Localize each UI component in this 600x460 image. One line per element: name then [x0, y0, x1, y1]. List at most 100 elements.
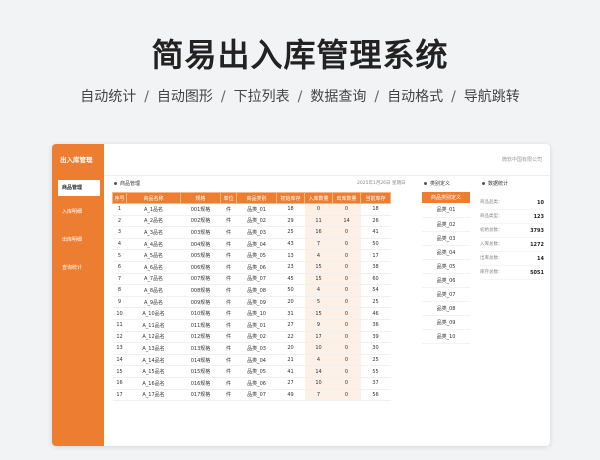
- table-cell: 50: [360, 238, 391, 251]
- table-cell: 件: [220, 354, 237, 367]
- sidebar-item-3[interactable]: 出库明细: [52, 226, 104, 254]
- table-row[interactable]: 17 A_17品名 017规格件品类_07 49 7 0 56: [112, 389, 391, 402]
- feature-item: 自动图形: [156, 89, 213, 105]
- stats-list: 商品品类： 10 商品类型： 123 初始总数： 3793 入库总数： 1272 出库总数： 14…: [480, 196, 544, 280]
- table-cell: 15: [304, 307, 333, 320]
- table-row[interactable]: 16 A_16品名 016规格件品类_06 27 10 0 37: [112, 377, 391, 390]
- table-cell: 56: [360, 389, 391, 402]
- list-item: 品类_04: [422, 245, 470, 260]
- stat-label: 出库总数：: [480, 256, 503, 261]
- table-row[interactable]: 7 A_7品名 007规格件品类_07 45 15 0 60: [112, 273, 391, 286]
- table-row[interactable]: 9 A_9品名 009规格件品类_09 20 5 0 25: [112, 296, 391, 309]
- category-cell: 品类_04: [422, 245, 470, 260]
- page-title: 简易出入库管理系统: [151, 36, 449, 74]
- list-item: 品类_06: [422, 273, 470, 288]
- table-cell: 7: [304, 238, 333, 251]
- table-cell: 品类_04: [236, 354, 277, 367]
- category-column-header: 商品类别定义: [422, 192, 470, 203]
- table-cell: A_12品名: [126, 331, 181, 344]
- table-cell: 15: [304, 261, 333, 274]
- table-cell: 0: [332, 261, 361, 274]
- table-row[interactable]: 5 A_5品名 005规格件品类_05 13 4 0 17: [112, 249, 391, 262]
- table-row[interactable]: 13 A_13品名 013规格件品类_03 20 10 0 30: [112, 342, 391, 355]
- stat-label: 库存总数：: [480, 270, 503, 275]
- table-cell: 7: [112, 273, 127, 286]
- stat-row: 出库总数： 14: [480, 252, 544, 266]
- column-header: 出库数量: [332, 192, 361, 204]
- goods-panel-heading: 商品管理: [114, 180, 140, 187]
- table-cell: 0: [332, 284, 361, 297]
- table-cell: 011规格: [180, 319, 221, 332]
- table-cell: A_13品名: [126, 342, 181, 355]
- table-cell: 11: [304, 215, 333, 228]
- table-cell: 22: [276, 331, 305, 344]
- table-cell: 10: [304, 377, 333, 390]
- table-cell: 16: [112, 377, 127, 390]
- table-row[interactable]: 15 A_15品名 015规格件品类_05 41 14 0 55: [112, 365, 391, 378]
- table-cell: 25: [360, 296, 391, 309]
- table-row[interactable]: 14 A_14品名 014规格件品类_04 21 4 0 25: [112, 354, 391, 367]
- table-cell: 15: [304, 273, 333, 286]
- table-cell: 0: [332, 226, 361, 239]
- table-row[interactable]: 12 A_12品名 012规格件品类_02 22 17 0 39: [112, 331, 391, 344]
- table-cell: 006规格: [180, 261, 221, 274]
- stat-row: 入库总数： 1272: [480, 238, 544, 252]
- sidebar-item-2[interactable]: 入库明细: [52, 198, 104, 226]
- stat-row: 库存总数： 5051: [480, 266, 544, 280]
- table-cell: 品类_01: [236, 203, 277, 216]
- table-cell: 007规格: [180, 273, 221, 286]
- table-cell: 55: [360, 365, 391, 378]
- table-cell: 11: [112, 319, 127, 332]
- table-cell: A_9品名: [126, 296, 181, 309]
- table-cell: A_4品名: [126, 238, 181, 251]
- table-row[interactable]: 1 A_1品名 001规格件品类_01 18 0 0 18: [112, 203, 391, 216]
- table-cell: 件: [220, 331, 237, 344]
- table-cell: 17: [360, 249, 391, 262]
- table-cell: 0: [332, 273, 361, 286]
- table-cell: 5: [112, 249, 127, 262]
- table-cell: 0: [332, 389, 361, 402]
- table-cell: A_3品名: [126, 226, 181, 239]
- goods-table: 序号 商品名称 规格 单位 商品类别 初始库存 入库数量 出库数量 当前库存 1 A_1品名 001…: [112, 192, 391, 402]
- stats-panel-heading: 数据统计: [482, 180, 508, 187]
- table-row[interactable]: 2 A_2品名 002规格件品类_02 29 11 14 26: [112, 215, 391, 228]
- table-cell: 品类_03: [236, 226, 277, 239]
- table-row[interactable]: 6 A_6品名 006规格件品类_06 23 15 0 38: [112, 261, 391, 274]
- feature-item: 下拉列表: [233, 89, 290, 105]
- table-cell: 品类_06: [236, 261, 277, 274]
- column-header: 初始库存: [276, 192, 305, 204]
- category-panel-title: 类别定义: [430, 181, 451, 187]
- table-row[interactable]: 3 A_3品名 003规格件品类_03 25 16 0 41: [112, 226, 391, 239]
- table-cell: A_14品名: [126, 354, 181, 367]
- table-row[interactable]: 10 A_10品名 010规格件品类_10 31 15 0 46: [112, 307, 391, 320]
- stat-value: 1272: [530, 242, 544, 248]
- category-table: 商品类别定义 品类_01 品类_02 品类_03 品类_04 品类_05 品类_06 品类_…: [422, 192, 470, 344]
- table-cell: 7: [304, 389, 333, 402]
- table-cell: 品类_09: [236, 296, 277, 309]
- table-row[interactable]: 4 A_4品名 004规格件品类_04 43 7 0 50: [112, 238, 391, 251]
- table-cell: 25: [360, 354, 391, 367]
- table-cell: 0: [332, 377, 361, 390]
- table-cell: 件: [220, 226, 237, 239]
- stat-label: 初始总数：: [480, 228, 503, 233]
- table-cell: 10: [304, 342, 333, 355]
- table-cell: 016规格: [180, 377, 221, 390]
- table-row[interactable]: 11 A_11品名 011规格件品类_01 27 9 0 36: [112, 319, 391, 332]
- table-cell: 件: [220, 238, 237, 251]
- table-row[interactable]: 8 A_8品名 008规格件品类_08 50 4 0 54: [112, 284, 391, 297]
- app-title: 出入库管理: [60, 156, 93, 164]
- table-cell: A_17品名: [126, 389, 181, 402]
- table-cell: 30: [360, 342, 391, 355]
- feature-item: 数据查询: [310, 89, 367, 105]
- table-cell: 件: [220, 215, 237, 228]
- table-cell: 9: [304, 319, 333, 332]
- stat-value: 5051: [530, 270, 544, 276]
- table-cell: 件: [220, 377, 237, 390]
- top-bar: 微软中国有限公司: [104, 144, 550, 176]
- table-cell: A_6品名: [126, 261, 181, 274]
- sidebar-item-4[interactable]: 查询统计: [52, 254, 104, 282]
- table-cell: 品类_04: [236, 238, 277, 251]
- table-cell: A_10品名: [126, 307, 181, 320]
- table-cell: 27: [276, 377, 305, 390]
- sidebar-item-1[interactable]: 商品管理: [58, 180, 100, 196]
